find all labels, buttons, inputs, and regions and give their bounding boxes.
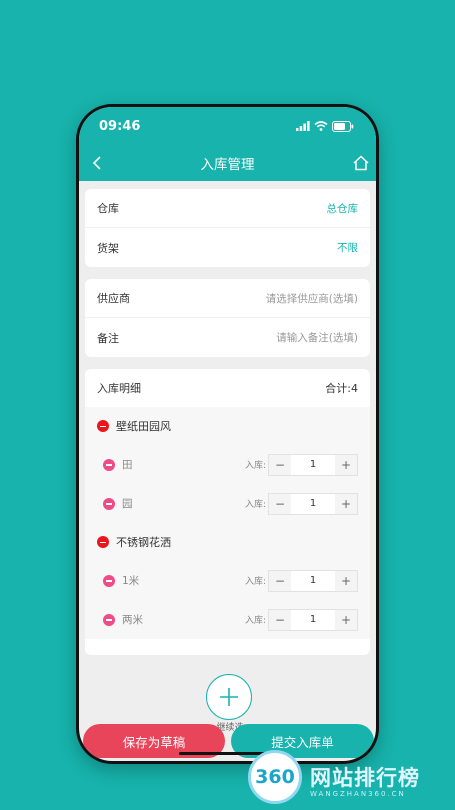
quantity-input[interactable]: 1 bbox=[291, 498, 335, 509]
group-name: 壁纸田园风 bbox=[116, 420, 171, 433]
warehouse-label: 仓库 bbox=[97, 202, 119, 215]
supplier-label: 供应商 bbox=[97, 292, 130, 305]
watermark: 360 网站排行榜 WANGZHAN360.CN bbox=[248, 750, 420, 804]
product-group: 不锈钢花洒 bbox=[85, 523, 370, 561]
home-icon[interactable] bbox=[352, 154, 370, 172]
remark-input[interactable]: 请输入备注(选填) bbox=[276, 330, 358, 345]
signal-icon bbox=[296, 121, 310, 131]
remove-item-icon[interactable] bbox=[103, 574, 115, 587]
watermark-sub: WANGZHAN360.CN bbox=[310, 790, 406, 798]
shelf-label: 货架 bbox=[97, 241, 119, 255]
qty-label: 入库: bbox=[244, 577, 266, 587]
list-item: 园 入库: − 1 + bbox=[85, 484, 370, 523]
warehouse-card: 仓库 总仓库 货架 不限 bbox=[85, 189, 370, 267]
remark-label: 备注 bbox=[97, 331, 119, 345]
item-name: 园 bbox=[122, 498, 133, 510]
decrement-button[interactable]: − bbox=[269, 570, 291, 591]
warehouse-value: 总仓库 bbox=[326, 202, 359, 215]
item-name: 1米 bbox=[122, 575, 140, 587]
quantity-input[interactable]: 1 bbox=[291, 614, 335, 625]
remove-group-icon[interactable] bbox=[97, 420, 109, 432]
increment-button[interactable]: + bbox=[335, 493, 357, 514]
warehouse-row[interactable]: 仓库 总仓库 bbox=[85, 189, 370, 228]
quantity-input[interactable]: 1 bbox=[291, 459, 335, 470]
watermark-text: 网站排行榜 bbox=[310, 766, 420, 790]
decrement-button[interactable]: − bbox=[269, 609, 291, 630]
quantity-stepper: − 1 + bbox=[268, 492, 358, 515]
decrement-button[interactable]: − bbox=[269, 493, 291, 514]
qty-label: 入库: bbox=[244, 616, 266, 626]
quantity-stepper: − 1 + bbox=[268, 453, 358, 476]
increment-button[interactable]: + bbox=[335, 454, 357, 475]
shelf-row[interactable]: 货架 不限 bbox=[85, 228, 370, 267]
product-group: 壁纸田园风 bbox=[85, 407, 370, 445]
quantity-stepper: − 1 + bbox=[268, 569, 358, 592]
phone-frame: 09:46 入库管理 仓库 总仓库 货架 不限 供应商 请选择供应商(选填) 备… bbox=[76, 104, 379, 764]
detail-title: 入库明细 bbox=[97, 382, 141, 395]
remove-item-icon[interactable] bbox=[103, 458, 115, 471]
item-name: 两米 bbox=[122, 614, 143, 626]
remove-group-icon[interactable] bbox=[97, 536, 109, 548]
status-time: 09:46 bbox=[99, 118, 141, 134]
back-arrow-icon[interactable] bbox=[89, 154, 107, 172]
increment-button[interactable]: + bbox=[335, 570, 357, 591]
group-name: 不锈钢花洒 bbox=[116, 536, 171, 549]
increment-button[interactable]: + bbox=[335, 609, 357, 630]
item-name: 田 bbox=[122, 459, 133, 471]
supplier-row[interactable]: 供应商 请选择供应商(选填) bbox=[85, 279, 370, 318]
qty-label: 入库: bbox=[244, 500, 266, 510]
add-product-button[interactable] bbox=[206, 674, 252, 720]
list-item: 1米 入库: − 1 + bbox=[85, 561, 370, 600]
status-bar: 09:46 bbox=[79, 107, 376, 145]
detail-header: 入库明细 合计:4 bbox=[85, 369, 370, 407]
page-title: 入库管理 bbox=[200, 157, 255, 173]
quantity-stepper: − 1 + bbox=[268, 608, 358, 631]
app-screen: 09:46 入库管理 仓库 总仓库 货架 不限 供应商 请选择供应商(选填) 备… bbox=[79, 107, 376, 761]
decrement-button[interactable]: − bbox=[269, 454, 291, 475]
shelf-value: 不限 bbox=[337, 242, 358, 254]
detail-total: 合计:4 bbox=[325, 382, 358, 395]
remove-item-icon[interactable] bbox=[103, 497, 115, 510]
remark-row[interactable]: 备注 请输入备注(选填) bbox=[85, 318, 370, 357]
wifi-icon bbox=[314, 121, 328, 131]
info-card: 供应商 请选择供应商(选填) 备注 请输入备注(选填) bbox=[85, 279, 370, 357]
quantity-input[interactable]: 1 bbox=[291, 575, 335, 586]
list-item: 两米 入库: − 1 + bbox=[85, 600, 370, 639]
plus-icon bbox=[220, 688, 238, 706]
list-item: 田 入库: − 1 + bbox=[85, 445, 370, 484]
watermark-logo: 360 bbox=[248, 750, 302, 804]
nav-bar: 入库管理 bbox=[79, 145, 376, 181]
qty-label: 入库: bbox=[244, 461, 266, 471]
detail-card: 入库明细 合计:4 壁纸田园风 田 入库: − 1 + 园 入库: − 1 + … bbox=[85, 369, 370, 655]
battery-icon bbox=[332, 120, 354, 132]
remove-item-icon[interactable] bbox=[103, 613, 115, 626]
supplier-input[interactable]: 请选择供应商(选填) bbox=[266, 291, 358, 306]
